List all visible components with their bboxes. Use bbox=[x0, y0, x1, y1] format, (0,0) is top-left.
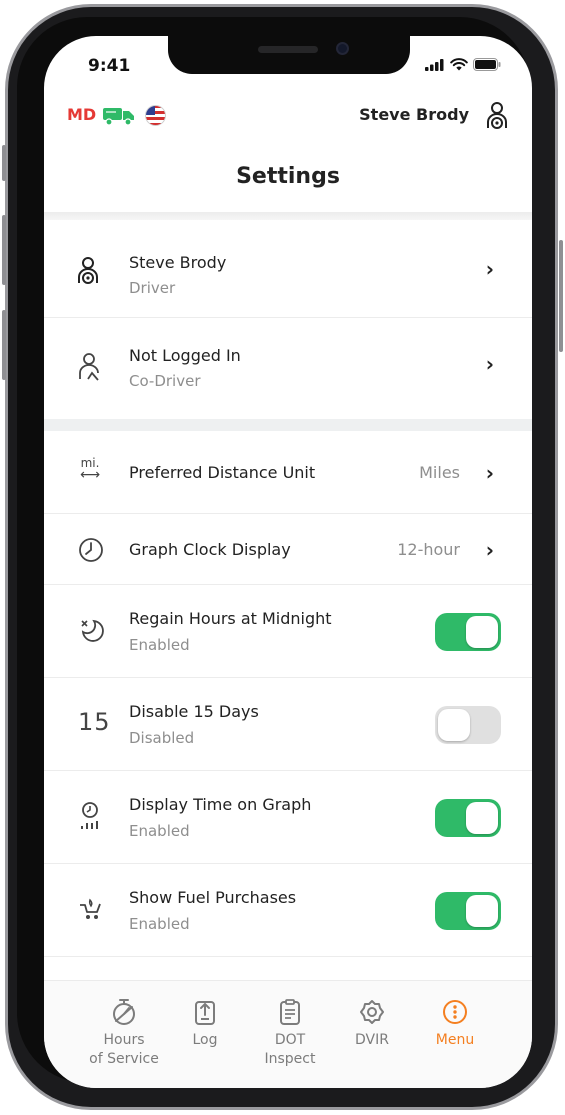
driver-name: Steve Brody bbox=[129, 253, 227, 272]
graph-time-icon bbox=[81, 802, 98, 829]
tab-label-line1: Log bbox=[192, 1032, 218, 1048]
tab-dot-inspect[interactable]: DOT Inspect bbox=[245, 997, 335, 1069]
setting-row-regain-hours: Regain Hours at Midnight Enabled bbox=[44, 585, 532, 678]
wifi-icon bbox=[450, 58, 468, 71]
toggle-knob bbox=[466, 802, 498, 834]
tab-hours-of-service[interactable]: Hours of Service bbox=[79, 997, 169, 1069]
setting-row-fuel-purchases: Show Fuel Purchases Enabled bbox=[44, 864, 532, 957]
tab-dvir[interactable]: DVIR bbox=[327, 997, 417, 1050]
hours-of-service-icon bbox=[113, 999, 135, 1025]
setting-label: Display Time on Graph bbox=[129, 795, 312, 814]
tab-label-line2: of Service bbox=[89, 1051, 159, 1067]
fuel-icon bbox=[80, 898, 101, 919]
top-bar: MD Steve Brody bbox=[44, 100, 532, 132]
co-driver-row[interactable]: Not Logged In Co-Driver › bbox=[44, 318, 532, 419]
setting-row-distance-unit[interactable]: mi. ⟷ Preferred Distance Unit Miles › bbox=[44, 431, 532, 514]
fuel-purchases-toggle[interactable] bbox=[435, 892, 501, 930]
status-time: 9:41 bbox=[88, 56, 131, 76]
volume-up-button bbox=[2, 215, 6, 285]
setting-status: Enabled bbox=[129, 636, 190, 654]
setting-row-display-time: Display Time on Graph Enabled bbox=[44, 771, 532, 864]
toggle-knob bbox=[466, 616, 498, 648]
setting-label: Preferred Distance Unit bbox=[129, 463, 316, 482]
setting-label: Disable 15 Days bbox=[129, 702, 259, 721]
log-icon bbox=[195, 1001, 215, 1025]
display-time-toggle[interactable] bbox=[435, 799, 501, 837]
status-icons bbox=[425, 58, 501, 71]
setting-value: Miles bbox=[419, 463, 460, 482]
notch bbox=[168, 36, 410, 74]
setting-label: Graph Clock Display bbox=[129, 540, 291, 559]
tab-label-line1: DOT bbox=[274, 1032, 306, 1048]
co-driver-role: Co-Driver bbox=[129, 372, 201, 390]
toggle-knob bbox=[466, 895, 498, 927]
header-user-name[interactable]: Steve Brody bbox=[359, 105, 469, 124]
tab-label-line1: Hours bbox=[103, 1032, 145, 1048]
setting-status: Enabled bbox=[129, 822, 190, 840]
volume-down-button bbox=[2, 310, 6, 380]
distance-unit-icon: mi. ⟷ bbox=[78, 457, 102, 483]
setting-status: Enabled bbox=[129, 915, 190, 933]
speaker bbox=[258, 46, 318, 53]
power-button bbox=[559, 240, 563, 352]
chevron-right-icon: › bbox=[485, 538, 494, 562]
chevron-right-icon: › bbox=[485, 352, 494, 376]
tab-menu[interactable]: Menu bbox=[410, 997, 500, 1050]
us-flag-icon bbox=[145, 105, 166, 126]
chevron-right-icon: › bbox=[485, 257, 494, 281]
co-driver-name: Not Logged In bbox=[129, 346, 241, 365]
midnight-icon bbox=[81, 619, 104, 642]
camera bbox=[336, 42, 349, 55]
setting-label: Regain Hours at Midnight bbox=[129, 609, 332, 628]
driver-role: Driver bbox=[129, 279, 176, 297]
signal-icon bbox=[425, 58, 444, 71]
truck-icon bbox=[103, 108, 134, 126]
section-divider bbox=[44, 419, 532, 431]
driver-row[interactable]: Steve Brody Driver › bbox=[44, 220, 532, 318]
screen: 9:41 MD Steve Brody Settings Steve Brody… bbox=[44, 36, 532, 1088]
setting-label: Show Fuel Purchases bbox=[129, 888, 297, 907]
setting-value: 12-hour bbox=[397, 540, 460, 559]
tab-label-line2: Inspect bbox=[264, 1051, 316, 1067]
setting-row-graph-clock[interactable]: Graph Clock Display 12-hour › bbox=[44, 514, 532, 585]
double-arrow-icon: ⟷ bbox=[79, 467, 101, 483]
page-title: Settings bbox=[236, 164, 340, 189]
fifteen-days-icon: 15 bbox=[78, 708, 111, 736]
regain-hours-toggle[interactable] bbox=[435, 613, 501, 651]
toggle-knob bbox=[438, 709, 470, 741]
driver-icon bbox=[78, 257, 98, 284]
setting-status: Disabled bbox=[129, 729, 195, 747]
header-divider bbox=[44, 212, 532, 220]
dot-inspect-icon bbox=[280, 999, 300, 1025]
co-driver-icon bbox=[79, 353, 99, 381]
driver-profile-icon[interactable] bbox=[486, 101, 508, 131]
disable-15-days-toggle[interactable] bbox=[435, 706, 501, 744]
tab-label-line1: DVIR bbox=[355, 1032, 389, 1048]
mute-switch bbox=[2, 145, 6, 181]
bottom-tab-bar: Hours of Service Log DOT Inspect DVIR Me… bbox=[44, 980, 532, 1088]
dvir-icon bbox=[360, 1000, 384, 1024]
region-badge: MD bbox=[67, 105, 97, 124]
menu-icon bbox=[443, 1000, 467, 1024]
tab-label-line1: Menu bbox=[435, 1032, 475, 1048]
clock-icon bbox=[79, 538, 103, 562]
tab-log[interactable]: Log bbox=[160, 997, 250, 1050]
setting-row-disable-15-days: 15 Disable 15 Days Disabled bbox=[44, 678, 532, 771]
battery-icon bbox=[473, 58, 501, 71]
chevron-right-icon: › bbox=[485, 461, 494, 485]
